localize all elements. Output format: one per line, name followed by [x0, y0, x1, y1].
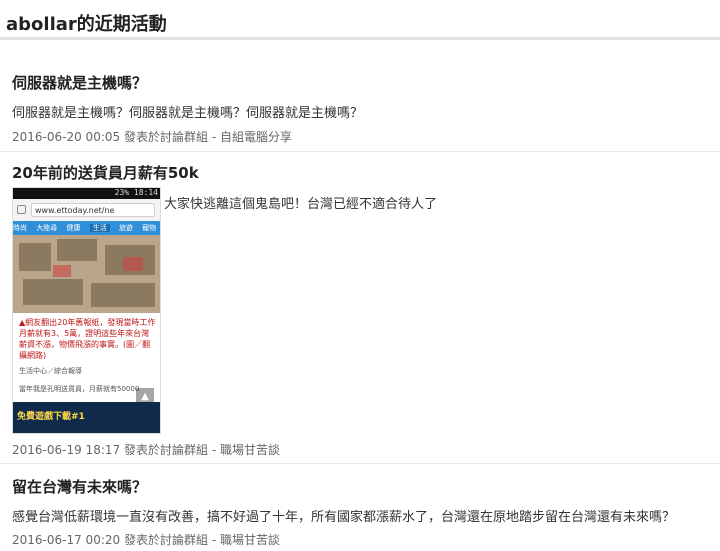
post-posted-in: 發表於討論群組 [123, 130, 208, 144]
thumb-credit: 生活中心／綜合報導 [19, 367, 82, 375]
page-header: abollar的近期活動 [0, 0, 720, 40]
thumb-status-text: 23% 18:14 [114, 188, 158, 197]
activity-post: 留在台灣有未來嗎？ 感覺台灣低薪環境一直沒有改善，搞不好過了十年，所有國家都漲薪… [0, 464, 720, 551]
meta-separator: - [211, 443, 217, 457]
activity-post: 伺服器就是主機嗎？ 伺服器就是主機嗎？伺服器就是主機嗎？伺服器就是主機嗎？ 20… [0, 40, 720, 152]
thumb-url: www.ettoday.net/ne [31, 203, 155, 217]
post-posted-in: 發表於討論群組 [123, 443, 208, 457]
post-thumbnail-image[interactable]: 23% 18:14 www.ettoday.net/ne 時尚 大陸尋 健康 生… [12, 187, 161, 434]
meta-separator: - [211, 533, 217, 547]
thumb-ad-banner: 免費遊戲下載#1 [13, 402, 160, 433]
thumb-nav-item: 旅遊 [118, 224, 133, 232]
thumb-nav-item: 寵物 [142, 224, 157, 232]
post-posted-in: 發表於討論群組 [123, 533, 208, 547]
thumb-nav-item: 生活 [89, 224, 110, 232]
post-meta: 2016-06-20 00:05 發表於討論群組 - 自組電腦分享 [12, 128, 292, 145]
lock-icon [17, 205, 26, 214]
thumb-url-bar: www.ettoday.net/ne [13, 199, 160, 222]
post-time: 2016-06-20 00:05 [12, 130, 121, 144]
post-group-link[interactable]: 自組電腦分享 [220, 130, 292, 144]
meta-separator: - [211, 130, 217, 144]
thumb-nav-item: 健康 [66, 224, 81, 232]
post-time: 2016-06-17 00:20 [12, 533, 121, 547]
activity-page: abollar的近期活動 伺服器就是主機嗎？ 伺服器就是主機嗎？伺服器就是主機嗎… [0, 0, 720, 551]
thumb-nav: 時尚 大陸尋 健康 生活 旅遊 寵物 [13, 221, 160, 235]
post-group-link[interactable]: 職場甘苦談 [220, 443, 280, 457]
post-time: 2016-06-19 18:17 [12, 443, 121, 457]
post-body: 感覺台灣低薪環境一直沒有改善，搞不好過了十年，所有國家都漲薪水了，台灣還在原地踏… [12, 510, 676, 525]
post-title-link[interactable]: 伺服器就是主機嗎？ [12, 72, 147, 93]
post-title-link[interactable]: 留在台灣有未來嗎？ [12, 476, 147, 497]
post-group-link[interactable]: 職場甘苦談 [220, 533, 280, 547]
thumb-newspaper-photo [13, 235, 160, 313]
post-meta: 2016-06-17 00:20 發表於討論群組 - 職場甘苦談 [12, 531, 280, 548]
post-title-link[interactable]: 20年前的送貨員月薪有50k [12, 162, 199, 183]
thumb-nav-item: 大陸尋 [36, 224, 58, 232]
post-body: 伺服器就是主機嗎？伺服器就是主機嗎？伺服器就是主機嗎？ [12, 106, 364, 121]
post-meta: 2016-06-19 18:17 發表於討論群組 - 職場甘苦談 [12, 441, 280, 458]
post-body: 大家快逃離這個鬼島吧！台灣已經不適合待人了 [164, 197, 438, 212]
thumb-caption: ▲網友翻出20年舊報紙，發現當時工作月薪就有3、5萬，證明這些年來台灣薪資不漲，… [19, 318, 156, 360]
thumb-nav-item: 時尚 [13, 224, 27, 232]
page-title: abollar的近期活動 [6, 14, 167, 35]
thumb-status-bar: 23% 18:14 [13, 188, 160, 199]
